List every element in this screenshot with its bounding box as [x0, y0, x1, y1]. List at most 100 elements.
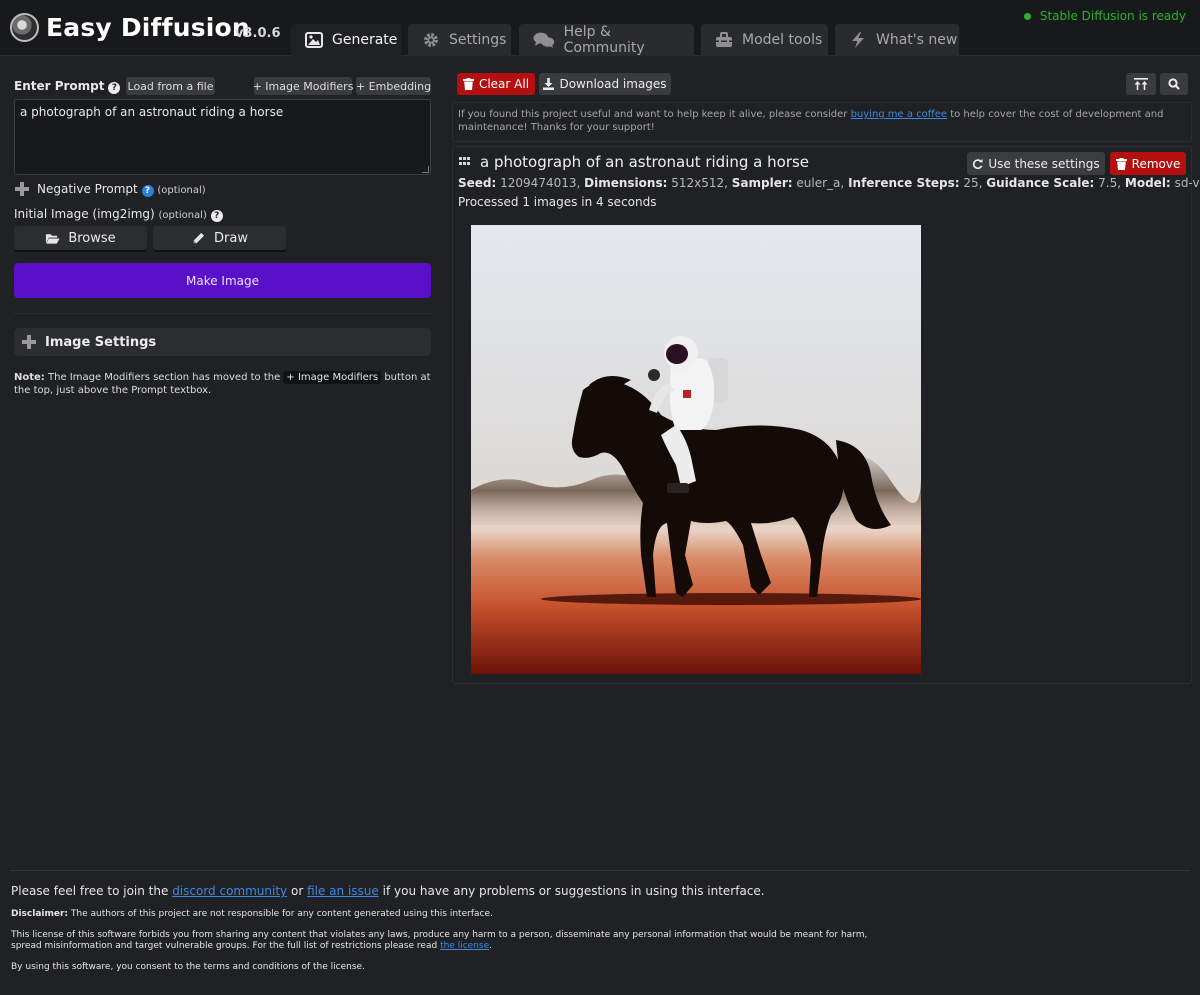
negative-prompt-optional: (optional) — [157, 185, 206, 196]
redo-icon — [973, 158, 983, 169]
guidance-label: Guidance Scale: — [986, 176, 1095, 190]
top-bar: Easy Diffusion v3.0.6 Generate Settings … — [0, 0, 1200, 56]
clear-all-label: Clear All — [478, 77, 530, 91]
initial-image-help-icon[interactable]: ? — [210, 210, 223, 222]
draw-label: Draw — [214, 230, 248, 246]
steps-value: 25 — [963, 176, 979, 190]
image-settings-section[interactable]: Image Settings — [14, 328, 431, 356]
disclaimer-label: Disclaimer: — [11, 909, 69, 919]
guidance-value: 7.5 — [1098, 176, 1118, 190]
footer-text: Please feel free to join the — [11, 884, 169, 898]
modifiers-note: Note: The Image Modifiers section has mo… — [14, 371, 432, 397]
buy-coffee-link[interactable]: buying me a coffee — [851, 109, 947, 120]
tab-whats-new[interactable]: What's new — [835, 24, 959, 56]
image-settings-label: Image Settings — [45, 335, 157, 350]
toolbox-icon — [716, 32, 732, 47]
download-images-button[interactable]: Download images — [539, 73, 671, 95]
generation-metadata: Seed: 1209474013, Dimensions: 512x512, S… — [458, 176, 1200, 190]
embedding-button[interactable]: + Embedding — [356, 77, 431, 95]
remove-button[interactable]: Remove — [1110, 152, 1186, 175]
divider — [14, 313, 431, 314]
status-text: Stable Diffusion is ready — [1039, 9, 1186, 23]
tab-model-tools-label: Model tools — [742, 32, 823, 48]
negative-prompt-label[interactable]: Negative Prompt — [37, 182, 138, 196]
prompt-label: Enter Prompt — [14, 79, 105, 93]
dimensions-value: 512x512 — [671, 176, 725, 190]
disclaimer: Disclaimer: The authors of this project … — [11, 909, 493, 919]
footer-or: or — [290, 884, 304, 898]
footer-divider — [10, 870, 1190, 871]
note-text-before: The Image Modifiers section has moved to… — [48, 372, 281, 383]
model-label: Model: — [1124, 176, 1171, 190]
trash-icon — [462, 78, 474, 90]
generated-image[interactable] — [471, 225, 921, 674]
tab-help-community-label: Help & Community — [563, 24, 645, 56]
trash-icon — [1115, 157, 1127, 170]
tab-settings-label: Settings — [449, 32, 507, 48]
sampler-value: euler_a — [796, 176, 841, 190]
negative-prompt-help-icon[interactable]: ? — [141, 185, 154, 197]
make-image-button[interactable]: Make Image — [14, 263, 431, 298]
search-button[interactable] — [1160, 73, 1188, 95]
support-text-before: If you found this project useful and wan… — [458, 109, 848, 120]
resize-handle-icon[interactable] — [422, 166, 429, 173]
discord-link[interactable]: discord community — [172, 884, 287, 898]
app-logo — [10, 13, 39, 42]
disclaimer-text: The authors of this project are not resp… — [70, 909, 493, 919]
remove-label: Remove — [1131, 156, 1181, 171]
model-value: sd-v1-5 — [1174, 176, 1200, 190]
image-icon — [305, 32, 323, 48]
load-from-file-button[interactable]: Load from a file — [126, 77, 215, 95]
footer-community-line: Please feel free to join the discord com… — [11, 884, 765, 898]
plus-icon — [22, 335, 36, 349]
folder-open-icon — [46, 233, 60, 244]
tab-whats-new-label: What's new — [876, 32, 958, 48]
support-message: If you found this project useful and wan… — [458, 108, 1188, 134]
license-period: . — [489, 941, 492, 951]
server-status: Stable Diffusion is ready — [1023, 9, 1186, 23]
note-image-modifiers-pill: + Image Modifiers — [283, 371, 382, 384]
dimensions-label: Dimensions: — [584, 176, 668, 190]
footer-text: if you have any problems or suggestions … — [382, 884, 765, 898]
use-these-settings-label: Use these settings — [988, 156, 1100, 171]
license-link[interactable]: the license — [440, 941, 489, 951]
tab-model-tools[interactable]: Model tools — [701, 24, 828, 56]
scroll-to-top-button[interactable] — [1126, 73, 1156, 95]
clear-all-button[interactable]: Clear All — [457, 73, 535, 95]
plus-icon[interactable] — [15, 182, 29, 196]
tab-help-community[interactable]: Help & Community — [519, 24, 694, 56]
seed-value: 1209474013 — [500, 176, 577, 190]
initial-image-label: Initial Image (img2img) — [14, 207, 155, 221]
initial-image-optional: (optional) — [158, 210, 207, 221]
status-dot-icon — [1023, 12, 1031, 20]
tab-settings[interactable]: Settings — [408, 24, 511, 56]
sampler-label: Sampler: — [731, 176, 793, 190]
comments-icon — [533, 32, 555, 48]
negative-prompt-row: Negative Prompt ? (optional) — [37, 182, 206, 197]
search-icon — [1168, 78, 1180, 90]
seed-label: Seed: — [458, 176, 497, 190]
drag-grip-icon[interactable] — [459, 157, 470, 165]
note-prefix: Note: — [14, 372, 45, 383]
download-icon — [543, 78, 555, 90]
browse-label: Browse — [68, 230, 116, 246]
license-notice: This license of this software forbids yo… — [11, 930, 891, 952]
arrows-up-to-line-icon — [1134, 78, 1148, 90]
prompt-label-row: Enter Prompt ? or — [14, 79, 139, 94]
browse-button[interactable]: Browse — [14, 226, 147, 250]
steps-label: Inference Steps: — [848, 176, 960, 190]
use-these-settings-button[interactable]: Use these settings — [967, 152, 1105, 175]
prompt-help-icon[interactable]: ? — [108, 82, 121, 94]
app-title: Easy Diffusion — [46, 13, 250, 42]
prompt-input[interactable]: a photograph of an astronaut riding a ho… — [14, 99, 431, 175]
consent-text: By using this software, you consent to t… — [11, 962, 365, 972]
app-version: v3.0.6 — [235, 26, 281, 41]
tab-generate[interactable]: Generate — [291, 24, 401, 56]
gear-icon — [424, 33, 438, 47]
pencil-icon — [193, 232, 205, 243]
processing-summary: Processed 1 images in 4 seconds — [458, 195, 657, 209]
image-modifiers-button[interactable]: + Image Modifiers — [253, 77, 353, 95]
file-issue-link[interactable]: file an issue — [307, 884, 379, 898]
download-images-label: Download images — [559, 77, 667, 91]
draw-button[interactable]: Draw — [153, 226, 286, 250]
